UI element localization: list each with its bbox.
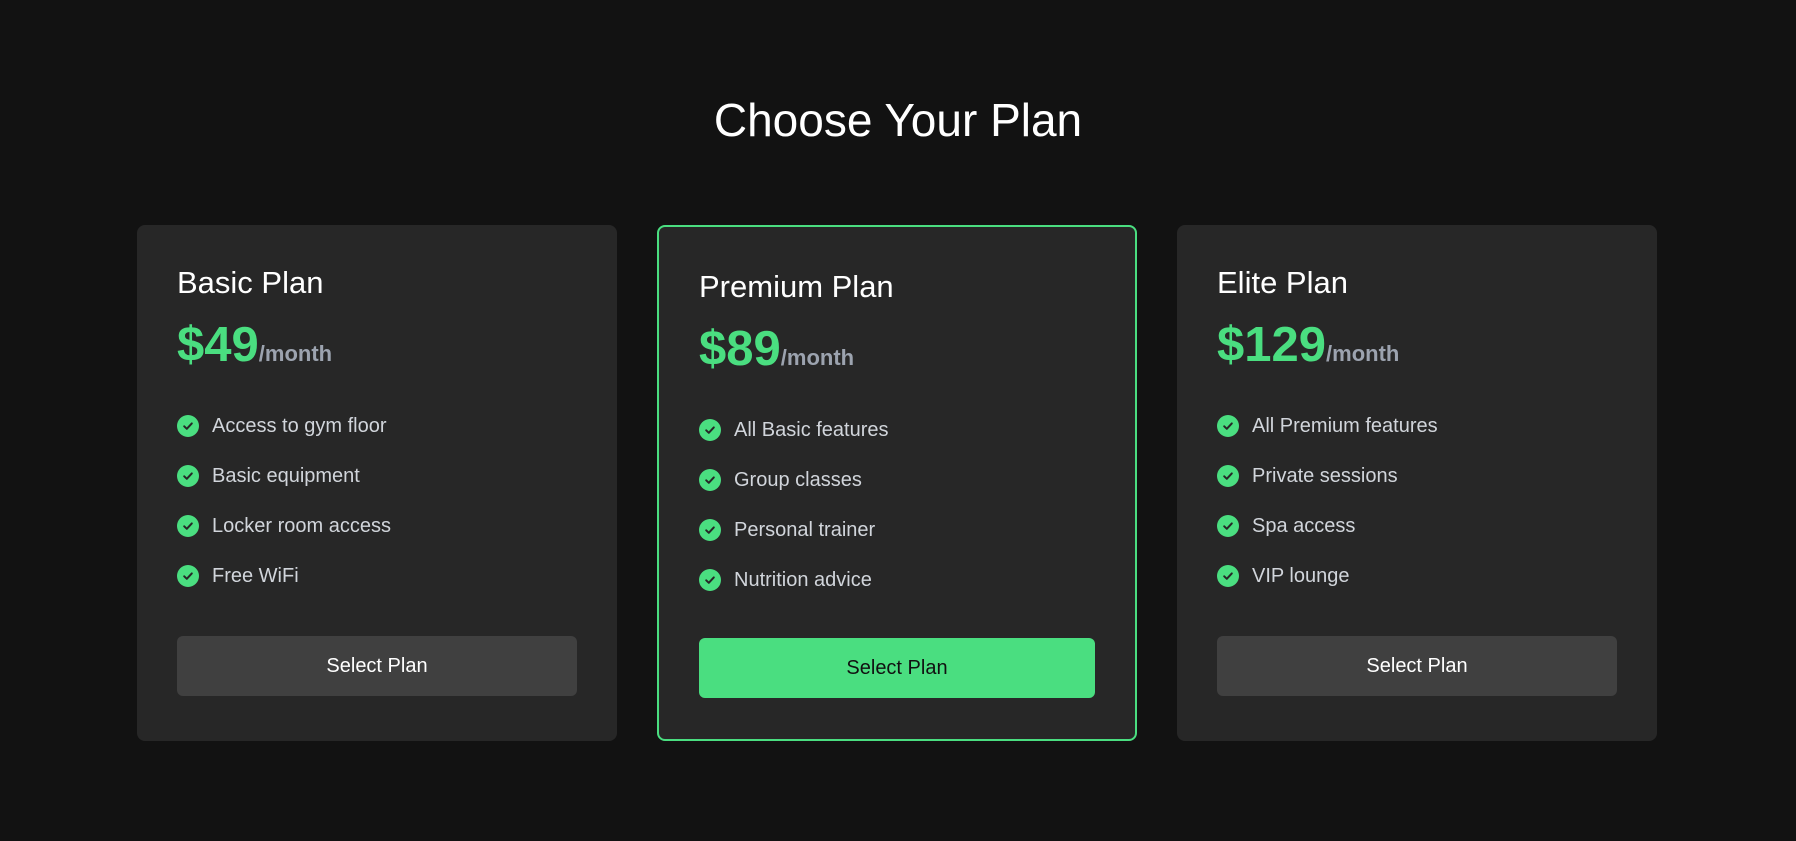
feature-item: Free WiFi: [177, 551, 577, 601]
feature-text: Personal trainer: [734, 518, 876, 541]
check-circle-icon: [1217, 565, 1239, 587]
check-circle-icon: [1217, 515, 1239, 537]
feature-item: All Premium features: [1217, 401, 1617, 451]
feature-item: Access to gym floor: [177, 401, 577, 451]
plan-card-premium: Premium Plan $89 /month All Basic featur…: [657, 225, 1137, 741]
select-plan-button-elite[interactable]: Select Plan: [1217, 636, 1617, 696]
plan-name: Premium Plan: [699, 269, 894, 304]
check-circle-icon: [1217, 465, 1239, 487]
feature-text: Nutrition advice: [734, 568, 872, 591]
plan-card-basic: Basic Plan $49 /month Access to gym floo…: [137, 225, 617, 741]
plan-price: $89: [699, 322, 781, 376]
feature-item: Personal trainer: [699, 505, 1095, 555]
plan-period: /month: [780, 345, 855, 370]
feature-item: Nutrition advice: [699, 555, 1095, 605]
price-row: $129 /month: [1217, 317, 1617, 373]
select-plan-button-basic[interactable]: Select Plan: [177, 636, 577, 696]
feature-item: VIP lounge: [1217, 551, 1617, 601]
select-plan-button-premium[interactable]: Select Plan: [699, 638, 1095, 698]
feature-item: Group classes: [699, 455, 1095, 505]
feature-list: All Basic features Group classes Persona…: [699, 405, 1095, 605]
check-circle-icon: [177, 565, 199, 587]
feature-text: Spa access: [1252, 514, 1356, 537]
feature-text: VIP lounge: [1252, 564, 1350, 587]
feature-text: All Basic features: [734, 418, 889, 441]
feature-item: Locker room access: [177, 501, 577, 551]
check-circle-icon: [699, 519, 721, 541]
pricing-page: Choose Your Plan Basic Plan $49 /month A…: [0, 0, 1796, 841]
feature-text: Basic equipment: [212, 464, 360, 487]
check-circle-icon: [177, 465, 199, 487]
plan-name: Elite Plan: [1217, 265, 1348, 300]
feature-item: All Basic features: [699, 405, 1095, 455]
price-row: $49 /month: [177, 317, 577, 373]
feature-text: Locker room access: [212, 514, 391, 537]
feature-item: Private sessions: [1217, 451, 1617, 501]
feature-text: Free WiFi: [212, 564, 299, 587]
plan-price: $129: [1217, 318, 1327, 372]
feature-list: All Premium features Private sessions Sp…: [1217, 401, 1617, 601]
plan-period: /month: [258, 341, 333, 366]
price-row: $89 /month: [699, 321, 1095, 377]
check-circle-icon: [177, 515, 199, 537]
page-title: Choose Your Plan: [713, 94, 1083, 146]
feature-item: Spa access: [1217, 501, 1617, 551]
check-circle-icon: [699, 569, 721, 591]
plan-period: /month: [1326, 341, 1400, 366]
plan-name: Basic Plan: [177, 265, 324, 300]
feature-item: Basic equipment: [177, 451, 577, 501]
check-circle-icon: [177, 415, 199, 437]
feature-text: Group classes: [734, 468, 862, 491]
check-circle-icon: [699, 419, 721, 441]
plan-card-elite: Elite Plan $129 /month All Premium featu…: [1177, 225, 1657, 741]
feature-text: All Premium features: [1252, 414, 1438, 437]
check-circle-icon: [1217, 415, 1239, 437]
check-circle-icon: [699, 469, 721, 491]
feature-text: Private sessions: [1252, 464, 1398, 487]
feature-text: Access to gym floor: [212, 414, 387, 437]
feature-list: Access to gym floor Basic equipment Lock…: [177, 401, 577, 601]
plan-price: $49: [177, 318, 259, 372]
